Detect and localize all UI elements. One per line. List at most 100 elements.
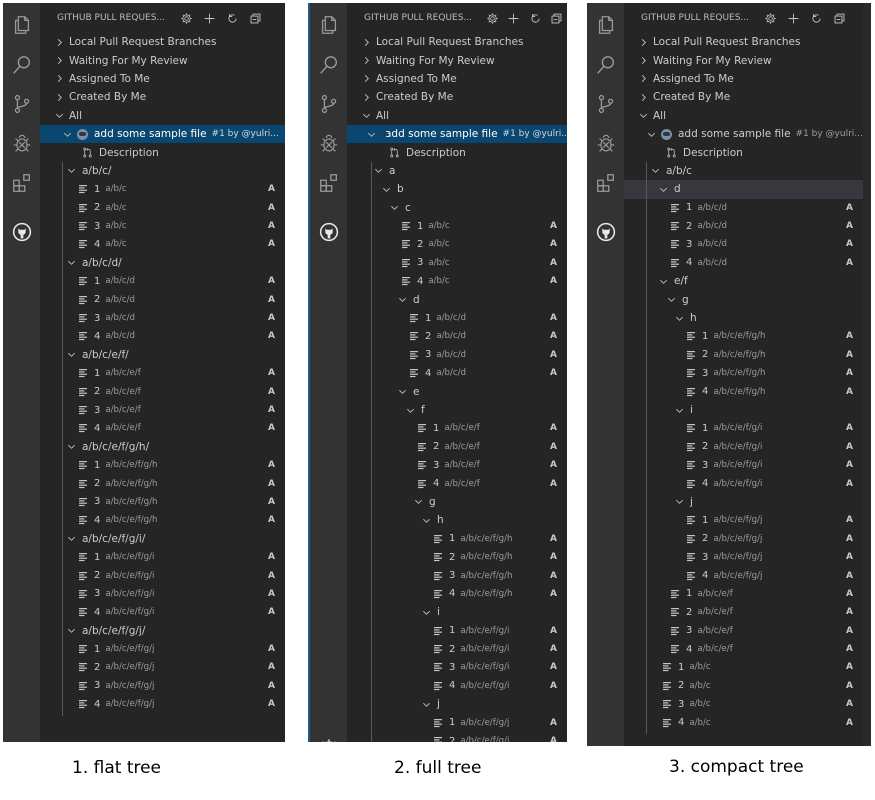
file-item[interactable]: 3 a/b/c/e/f/g/h A [624,364,863,382]
chevron-down-icon[interactable] [672,497,686,506]
file-item[interactable]: 2 a/b/c/e/f/g/i A [347,640,567,658]
collapse-all-button[interactable] [546,8,567,28]
folder-item[interactable]: i [624,401,863,419]
file-item[interactable]: 3 a/b/c/e/f/g/j A [624,548,863,566]
file-item[interactable]: 1 a/b/c/e/f/g/h A [624,327,863,345]
tree-category[interactable]: All [347,107,567,125]
activity-github[interactable] [3,215,40,249]
pull-request-item[interactable]: add some sample file #1 by @yulri... [40,124,285,144]
file-item[interactable]: 1 a/b/c/e/f/g/i A [624,419,863,437]
chevron-down-icon[interactable] [64,166,78,175]
folder-item[interactable]: e [347,382,567,400]
tree-category[interactable]: Created By Me [624,88,863,106]
folder-item[interactable]: j [347,695,567,713]
chevron-right-icon[interactable] [52,56,66,65]
tree-category[interactable]: Local Pull Request Branches [40,33,285,51]
file-item[interactable]: 2 a/b/c A [40,199,285,217]
chevron-down-icon[interactable] [64,258,78,267]
chevron-right-icon[interactable] [636,74,650,83]
activity-github[interactable] [310,215,347,249]
chevron-down-icon[interactable] [64,442,78,451]
file-item[interactable]: 1 a/b/c/e/f/g/i A [40,548,285,566]
file-item[interactable]: 3 a/b/c/d A [624,235,863,253]
file-item[interactable]: 1 a/b/c/e/f/g/j A [624,511,863,529]
file-item[interactable]: 3 a/b/c/e/f/g/i A [624,456,863,474]
chevron-right-icon[interactable] [636,93,650,102]
pull-request-item[interactable]: add some sample file #1 by @yulri... [624,125,863,143]
file-item[interactable]: 3 a/b/c/e/f/g/i A [40,585,285,603]
file-item[interactable]: 4 a/b/c/e/f/g/j A [40,695,285,713]
file-item[interactable]: 3 a/b/c A [347,254,567,272]
file-item[interactable]: 2 a/b/c/e/f/g/j A [40,658,285,676]
file-item[interactable]: 1 a/b/c A [40,180,285,198]
file-item[interactable]: 3 a/b/c/e/f A [347,456,567,474]
file-item[interactable]: 1 a/b/c A [347,217,567,235]
file-item[interactable]: 4 a/b/c A [347,272,567,290]
chevron-down-icon[interactable] [64,350,78,359]
add-button[interactable] [198,8,221,28]
file-item[interactable]: 2 a/b/c/e/f A [624,603,863,621]
chevron-down-icon[interactable] [387,203,401,212]
chevron-down-icon[interactable] [419,700,433,709]
file-item[interactable]: 4 a/b/c/e/f/g/h A [40,511,285,529]
folder-item[interactable]: g [624,290,863,308]
file-item[interactable]: 2 a/b/c/e/f/g/h A [624,346,863,364]
folder-item[interactable]: a/b/c/e/f/ [40,346,285,364]
file-item[interactable]: 4 a/b/c/e/f A [347,474,567,492]
file-item[interactable]: 2 a/b/c/e/f/g/i A [40,566,285,584]
file-item[interactable]: 3 a/b/c A [624,695,863,713]
folder-item[interactable]: a/b/c/ [40,162,285,180]
activity-search[interactable] [310,48,347,82]
activity-source-control[interactable] [587,87,624,121]
tree-category[interactable]: All [624,107,863,125]
chevron-right-icon[interactable] [52,38,66,47]
folder-item[interactable]: f [347,401,567,419]
file-item[interactable]: 4 a/b/c/d A [40,327,285,345]
activity-explorer[interactable] [3,8,40,42]
file-item[interactable]: 1 a/b/c/e/f/g/i A [347,622,567,640]
file-item[interactable]: 3 a/b/c/e/f A [624,622,863,640]
chevron-down-icon[interactable] [664,295,678,304]
collapse-all-button[interactable] [828,8,851,28]
activity-source-control[interactable] [3,87,40,121]
refresh-button[interactable] [525,8,546,28]
activity-debug[interactable] [310,127,347,161]
file-item[interactable]: 2 a/b/c/e/f A [40,382,285,400]
gear-button[interactable] [175,8,198,28]
activity-explorer[interactable] [310,8,347,42]
chevron-right-icon[interactable] [359,93,373,102]
file-item[interactable]: 1 a/b/c/e/f/g/h A [347,530,567,548]
chevron-down-icon[interactable] [359,111,373,120]
file-item[interactable]: 3 a/b/c/d A [40,309,285,327]
file-item[interactable]: 3 a/b/c/d A [347,346,567,364]
file-item[interactable]: 1 a/b/c/e/f A [624,585,863,603]
activity-explorer[interactable] [587,8,624,42]
tree-category[interactable]: All [40,107,285,125]
file-item[interactable]: 4 a/b/c/e/f/g/i A [347,677,567,695]
file-item[interactable]: 4 a/b/c A [40,235,285,253]
file-item[interactable]: 2 a/b/c/e/f/g/h A [40,474,285,492]
description-item[interactable]: Description [40,143,285,161]
chevron-down-icon[interactable] [411,497,425,506]
tree-category[interactable]: Assigned To Me [624,70,863,88]
file-item[interactable]: 4 a/b/c/d A [624,254,863,272]
activity-extensions[interactable] [587,166,624,200]
chevron-right-icon[interactable] [636,56,650,65]
file-item[interactable]: 1 a/b/c/d A [40,272,285,290]
folder-item[interactable]: a/b/c/e/f/g/i/ [40,530,285,548]
folder-item[interactable]: d [347,290,567,308]
tree-category[interactable]: Local Pull Request Branches [347,33,567,51]
chevron-down-icon[interactable] [371,166,385,175]
folder-item[interactable]: i [347,603,567,621]
file-item[interactable]: 4 a/b/c A [624,713,863,731]
folder-item[interactable]: a [347,162,567,180]
gear-button[interactable] [482,8,503,28]
folder-item[interactable]: d [624,180,863,199]
chevron-right-icon[interactable] [359,74,373,83]
folder-item[interactable]: h [347,511,567,529]
tree-category[interactable]: Assigned To Me [347,70,567,88]
folder-item[interactable]: a/b/c/e/f/g/j/ [40,622,285,640]
file-item[interactable]: 1 a/b/c/d A [624,199,863,217]
add-button[interactable] [503,8,524,28]
tree-category[interactable]: Created By Me [347,88,567,106]
